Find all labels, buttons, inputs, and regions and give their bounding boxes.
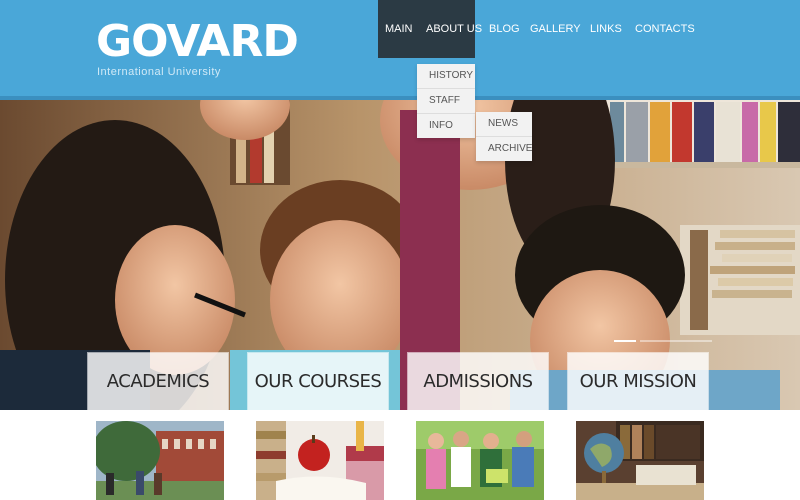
feature-our-courses[interactable]: OUR COURSES — [248, 353, 388, 500]
nav-contacts-label: CONTACTS — [635, 23, 695, 35]
feature-title: OUR MISSION — [579, 371, 697, 392]
site-logo[interactable]: GOVARD — [96, 18, 299, 66]
about-us-dropdown: HISTORY STAFF INFO — [417, 64, 475, 138]
nav-item-contacts[interactable]: CONTACTS — [635, 0, 695, 58]
feature-title: ACADEMICS — [106, 371, 210, 392]
nav-main-label: MAIN — [385, 23, 413, 35]
nav-about-label: ABOUT US — [426, 23, 483, 35]
nav-blog-label: BLOG — [489, 23, 520, 35]
submenu-news[interactable]: NEWS — [476, 112, 532, 137]
globe-library-photo[interactable] — [576, 421, 704, 500]
feature-title: OUR COURSES — [254, 371, 382, 392]
feature-title: ADMISSIONS — [423, 371, 533, 392]
nav-item-links[interactable]: LINKS — [590, 0, 622, 58]
feature-our-mission[interactable]: OUR MISSION — [568, 353, 708, 500]
feature-academics[interactable]: ACADEMICS — [88, 353, 228, 500]
nav-links-label: LINKS — [590, 23, 622, 35]
nav-gallery-label: GALLERY — [530, 23, 581, 35]
info-dropdown: NEWS ARCHIVE — [476, 112, 532, 161]
site-tagline: International University — [97, 66, 221, 78]
submenu-history[interactable]: HISTORY — [417, 64, 475, 89]
submenu-archive[interactable]: ARCHIVE — [476, 137, 532, 161]
submenu-staff[interactable]: STAFF — [417, 89, 475, 114]
submenu-info[interactable]: INFO — [417, 114, 475, 138]
campus-photo[interactable] — [96, 421, 224, 500]
nav-item-main[interactable]: MAIN — [385, 0, 413, 58]
feature-admissions[interactable]: ADMISSIONS — [408, 353, 548, 500]
nav-item-gallery[interactable]: GALLERY — [530, 0, 581, 58]
nav-item-blog[interactable]: BLOG — [489, 0, 520, 58]
students-grass-photo[interactable] — [416, 421, 544, 500]
site-header: GOVARD International University MAIN ABO… — [0, 0, 800, 100]
nav-item-about-us[interactable]: ABOUT US — [426, 0, 482, 58]
books-apple-photo[interactable] — [256, 421, 384, 500]
